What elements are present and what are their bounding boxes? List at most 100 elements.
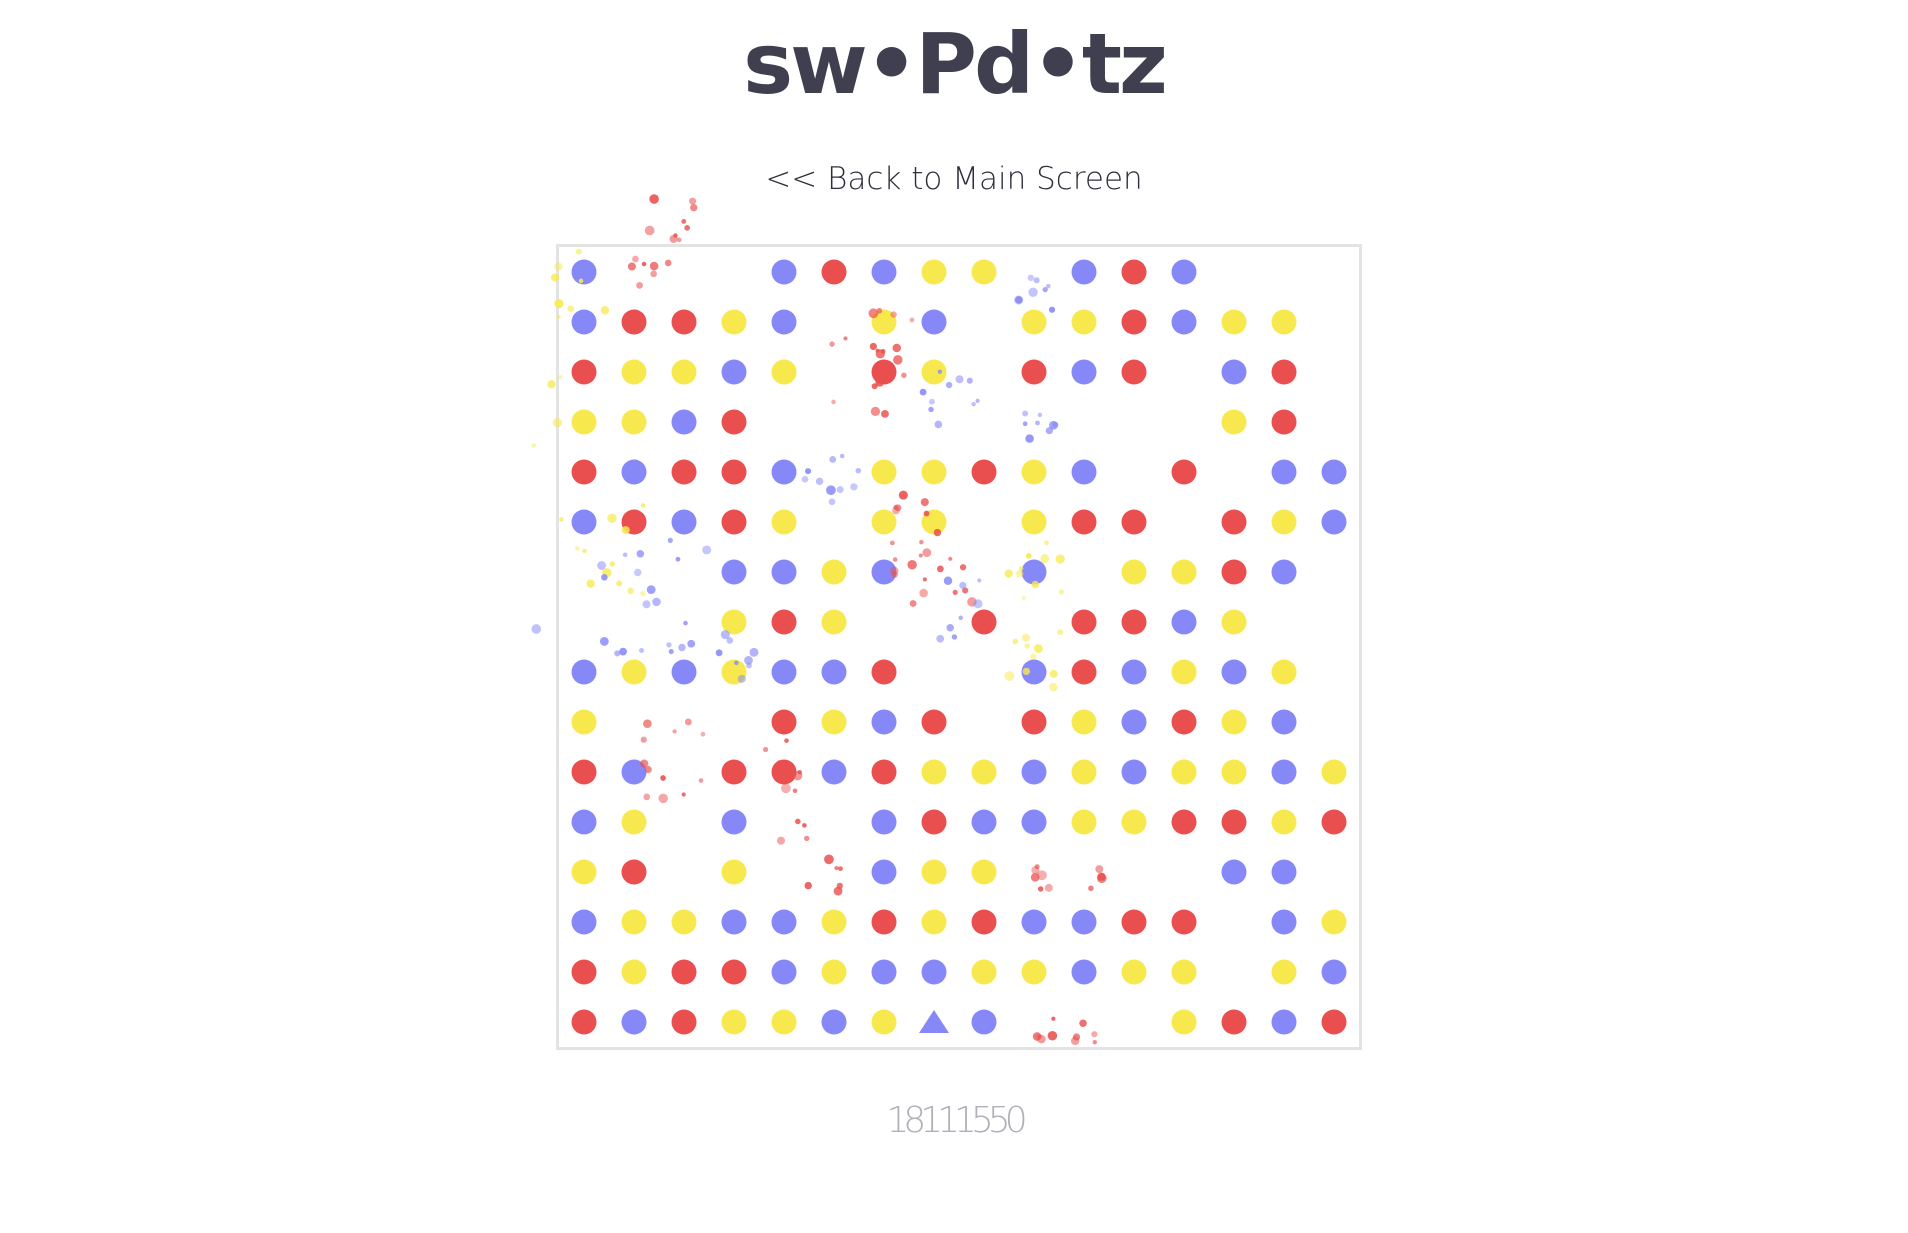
red-dot[interactable] [1021,709,1047,735]
red-dot[interactable] [1071,609,1097,635]
red-dot[interactable] [921,709,947,735]
blue-dot[interactable] [1021,809,1047,835]
blue-dot[interactable] [571,659,597,685]
game-board[interactable] [556,244,1362,1050]
blue-dot[interactable] [1271,559,1297,585]
blue-dot[interactable] [771,259,797,285]
blue-dot[interactable] [621,759,647,785]
red-dot[interactable] [1221,809,1247,835]
yellow-dot[interactable] [871,459,897,485]
red-dot[interactable] [1271,359,1297,385]
board-grid[interactable] [559,247,1359,1047]
blue-dot[interactable] [921,309,947,335]
yellow-dot[interactable] [621,359,647,385]
blue-dot[interactable] [1021,559,1047,585]
red-dot[interactable] [771,759,797,785]
yellow-dot[interactable] [1221,309,1247,335]
red-dot[interactable] [571,459,597,485]
blue-dot[interactable] [1071,959,1097,985]
yellow-dot[interactable] [1071,309,1097,335]
red-dot[interactable] [621,309,647,335]
yellow-dot[interactable] [671,909,697,935]
yellow-dot[interactable] [921,909,947,935]
yellow-dot[interactable] [821,559,847,585]
blue-dot[interactable] [1121,659,1147,685]
yellow-dot[interactable] [1221,409,1247,435]
yellow-dot[interactable] [921,759,947,785]
blue-dot[interactable] [1121,759,1147,785]
red-dot[interactable] [571,359,597,385]
blue-dot[interactable] [571,809,597,835]
red-dot[interactable] [1121,509,1147,535]
blue-dot[interactable] [771,559,797,585]
yellow-dot[interactable] [1171,759,1197,785]
yellow-dot[interactable] [571,859,597,885]
blue-dot[interactable] [571,509,597,535]
yellow-dot[interactable] [921,459,947,485]
yellow-dot[interactable] [1221,709,1247,735]
blue-dot[interactable] [871,259,897,285]
red-dot[interactable] [671,459,697,485]
yellow-dot[interactable] [621,909,647,935]
blue-dot[interactable] [671,509,697,535]
blue-dot[interactable] [821,1009,847,1035]
yellow-dot[interactable] [1021,959,1047,985]
red-dot[interactable] [971,909,997,935]
red-dot[interactable] [1171,809,1197,835]
blue-dot[interactable] [571,909,597,935]
blue-dot[interactable] [971,809,997,835]
blue-dot[interactable] [921,959,947,985]
red-dot[interactable] [1171,459,1197,485]
red-dot[interactable] [721,459,747,485]
blue-dot[interactable] [1071,909,1097,935]
yellow-dot[interactable] [1171,959,1197,985]
yellow-dot[interactable] [921,509,947,535]
red-dot[interactable] [871,359,897,385]
red-dot[interactable] [571,1009,597,1035]
blue-dot[interactable] [1271,909,1297,935]
red-dot[interactable] [1121,609,1147,635]
blue-dot[interactable] [1071,259,1097,285]
blue-dot[interactable] [971,1009,997,1035]
blue-dot[interactable] [1271,709,1297,735]
yellow-dot[interactable] [821,609,847,635]
yellow-dot[interactable] [1171,559,1197,585]
blue-dot[interactable] [1321,459,1347,485]
yellow-dot[interactable] [871,1009,897,1035]
blue-dot[interactable] [1021,909,1047,935]
red-dot[interactable] [1221,509,1247,535]
yellow-dot[interactable] [1321,909,1347,935]
yellow-dot[interactable] [1271,959,1297,985]
blue-dot[interactable] [1221,859,1247,885]
yellow-dot[interactable] [921,859,947,885]
yellow-dot[interactable] [721,609,747,635]
red-dot[interactable] [921,809,947,835]
yellow-dot[interactable] [721,859,747,885]
yellow-dot[interactable] [871,309,897,335]
blue-dot[interactable] [1071,459,1097,485]
red-dot[interactable] [571,959,597,985]
red-dot[interactable] [571,759,597,785]
red-dot[interactable] [621,509,647,535]
yellow-dot[interactable] [1271,809,1297,835]
red-dot[interactable] [1271,409,1297,435]
yellow-dot[interactable] [821,909,847,935]
yellow-dot[interactable] [721,1009,747,1035]
red-dot[interactable] [971,459,997,485]
blue-dot[interactable] [1221,359,1247,385]
red-dot[interactable] [1221,1009,1247,1035]
blue-dot[interactable] [671,659,697,685]
yellow-dot[interactable] [1021,459,1047,485]
yellow-dot[interactable] [1121,809,1147,835]
red-dot[interactable] [1121,359,1147,385]
red-dot[interactable] [871,909,897,935]
blue-dot[interactable] [721,909,747,935]
red-dot[interactable] [671,959,697,985]
blue-dot[interactable] [1271,759,1297,785]
blue-dot[interactable] [671,409,697,435]
blue-dot[interactable] [1271,459,1297,485]
blue-dot[interactable] [771,659,797,685]
blue-dot[interactable] [621,459,647,485]
yellow-dot[interactable] [621,659,647,685]
blue-dot[interactable] [1121,709,1147,735]
